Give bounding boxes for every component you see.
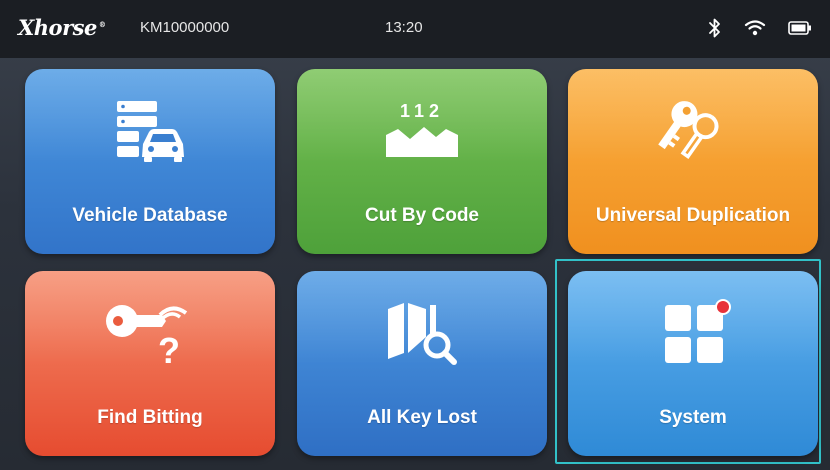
- bluetooth-icon: [706, 17, 724, 39]
- svg-text:?: ?: [158, 330, 180, 367]
- brand-registered-mark: ®: [98, 20, 106, 29]
- universal-duplication-tile[interactable]: Universal Duplication: [568, 69, 818, 254]
- wifi-icon: [743, 17, 767, 39]
- status-bar: Xhorse ® KM10000000 13:20: [0, 0, 830, 58]
- system-label: System: [659, 407, 727, 428]
- cut-by-code-tile[interactable]: 112 Cut By Code: [297, 69, 547, 254]
- vehicle-database-icon: [117, 101, 184, 162]
- find-bitting-icon: ?: [106, 305, 188, 367]
- device-id: KM10000000: [140, 19, 230, 36]
- vehicle-database-label: Vehicle Database: [72, 205, 228, 226]
- key-duplication-icon: [658, 101, 719, 160]
- all-key-lost-tile[interactable]: All Key Lost: [297, 271, 547, 456]
- find-bitting-tile[interactable]: ? Find Bitting: [25, 271, 275, 456]
- find-bitting-label: Find Bitting: [97, 407, 203, 428]
- system-grid-icon: [665, 299, 731, 363]
- status-time: 13:20: [385, 19, 423, 36]
- all-key-lost-label: All Key Lost: [367, 407, 477, 428]
- cut-by-code-label: Cut By Code: [365, 205, 479, 226]
- notification-dot: [717, 301, 729, 313]
- all-key-lost-icon: [388, 303, 457, 365]
- brand-logo: Xhorse ®: [18, 15, 106, 40]
- vehicle-database-tile[interactable]: Vehicle Database: [25, 69, 275, 254]
- cut-by-code-icon: 112: [386, 101, 458, 157]
- battery-icon: [786, 17, 814, 39]
- cut-code-text: 112: [400, 101, 444, 121]
- home-screen: Xhorse ® KM10000000 13:20 Vehicle Databa…: [0, 0, 830, 470]
- brand-name: Xhorse: [18, 15, 97, 40]
- system-tile[interactable]: System: [568, 271, 818, 456]
- universal-duplication-label: Universal Duplication: [595, 205, 791, 226]
